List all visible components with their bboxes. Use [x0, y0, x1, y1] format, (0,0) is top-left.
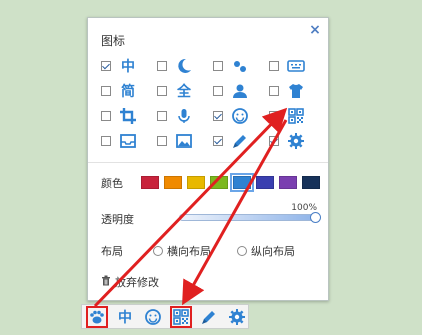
crop-icon — [119, 107, 137, 125]
icon-option-checkbox[interactable] — [101, 85, 111, 96]
icon-option-checkbox[interactable] — [269, 135, 279, 146]
user-icon — [231, 82, 249, 100]
icon-option-punctuation — [213, 53, 269, 78]
icon-option-keyboard — [269, 53, 325, 78]
icon-option-checkbox[interactable] — [101, 135, 111, 146]
close-icon[interactable]: × — [308, 23, 322, 37]
icon-option-user — [213, 78, 269, 103]
toolbar-chinese-mode-button[interactable]: 中 — [114, 306, 136, 328]
keyboard-icon — [287, 57, 305, 75]
color-swatch[interactable] — [187, 176, 205, 189]
icon-option-checkbox[interactable] — [213, 60, 223, 71]
icons-section-title: 图标 — [101, 34, 126, 48]
settings-icon — [228, 308, 246, 326]
icon-option-checkbox[interactable] — [157, 85, 167, 96]
toolbar-settings-panel: × 图标 中简全 颜色 透明度 100% 布局 横向布局 纵向布局 放弃修改 — [87, 17, 329, 301]
icon-option-checkbox[interactable] — [269, 85, 279, 96]
icon-option-checkbox[interactable] — [213, 135, 223, 146]
icon-option-moon — [157, 53, 213, 78]
icon-option-microphone — [157, 103, 213, 128]
layout-vertical-radio[interactable] — [237, 246, 247, 256]
color-swatch[interactable] — [279, 176, 297, 189]
icon-option-qrcode — [269, 103, 325, 128]
chinese-mode-icon: 中 — [118, 309, 132, 326]
fullwidth-icon: 全 — [177, 83, 191, 100]
icon-option-chinese-mode: 中 — [101, 53, 157, 78]
toolbar-pen-button[interactable] — [198, 306, 220, 328]
simplified-icon: 简 — [121, 83, 135, 100]
icon-option-simplified: 简 — [101, 78, 157, 103]
qrcode-icon — [172, 308, 190, 326]
abandon-changes-label: 放弃修改 — [115, 276, 159, 289]
toolbar-paw-button[interactable] — [86, 305, 108, 328]
icon-option-emoji — [213, 103, 269, 128]
chinese-mode-icon: 中 — [121, 58, 135, 75]
icon-option-settings — [269, 128, 325, 153]
icon-option-checkbox[interactable] — [101, 60, 111, 71]
icon-options-grid: 中简 全 — [101, 53, 325, 153]
pen-icon — [231, 132, 249, 150]
pen-icon — [200, 308, 218, 326]
layout-horizontal-label[interactable]: 横向布局 — [167, 243, 211, 259]
skin-icon — [287, 82, 305, 100]
inbox-icon — [119, 132, 137, 150]
icon-option-checkbox[interactable] — [101, 110, 111, 121]
moon-icon — [175, 57, 193, 75]
settings-icon — [287, 132, 305, 150]
punctuation-icon — [231, 57, 249, 75]
icon-option-checkbox[interactable] — [269, 110, 279, 121]
emoji-icon — [231, 107, 249, 125]
icon-option-checkbox[interactable] — [213, 85, 223, 96]
icon-option-image — [157, 128, 213, 153]
layout-label: 布局 — [101, 245, 123, 258]
image-icon — [175, 132, 193, 150]
icon-option-skin — [269, 78, 325, 103]
icon-option-checkbox[interactable] — [157, 110, 167, 121]
abandon-changes-button[interactable]: 放弃修改 — [101, 274, 159, 290]
layout-row: 布局 横向布局 纵向布局 — [101, 243, 295, 259]
layout-vertical-label[interactable]: 纵向布局 — [251, 243, 295, 259]
color-swatch[interactable] — [256, 176, 274, 189]
icon-option-checkbox[interactable] — [213, 110, 223, 121]
icon-option-pen — [213, 128, 269, 153]
input-method-toolbar: 中 — [81, 304, 249, 329]
paw-icon — [88, 308, 106, 326]
toolbar-settings-button[interactable] — [226, 306, 248, 328]
emoji-icon — [144, 308, 162, 326]
opacity-slider[interactable] — [179, 212, 321, 223]
icon-option-checkbox[interactable] — [269, 60, 279, 71]
opacity-label: 透明度 — [101, 213, 134, 226]
color-swatch[interactable] — [230, 173, 254, 192]
icon-option-inbox — [101, 128, 157, 153]
trash-icon — [101, 275, 111, 289]
color-label: 颜色 — [101, 177, 123, 190]
qrcode-icon — [287, 107, 305, 125]
toolbar-qrcode-button[interactable] — [170, 305, 192, 328]
opacity-slider-knob[interactable] — [310, 212, 321, 223]
color-swatch[interactable] — [210, 176, 228, 189]
icon-option-checkbox[interactable] — [157, 135, 167, 146]
color-swatch[interactable] — [302, 176, 320, 189]
toolbar-emoji-button[interactable] — [142, 306, 164, 328]
icon-option-crop — [101, 103, 157, 128]
color-swatches — [141, 173, 320, 192]
divider — [88, 162, 328, 163]
icon-option-fullwidth: 全 — [157, 78, 213, 103]
icon-option-checkbox[interactable] — [157, 60, 167, 71]
color-swatch[interactable] — [164, 176, 182, 189]
microphone-icon — [175, 107, 193, 125]
layout-horizontal-radio[interactable] — [153, 246, 163, 256]
color-swatch[interactable] — [141, 176, 159, 189]
